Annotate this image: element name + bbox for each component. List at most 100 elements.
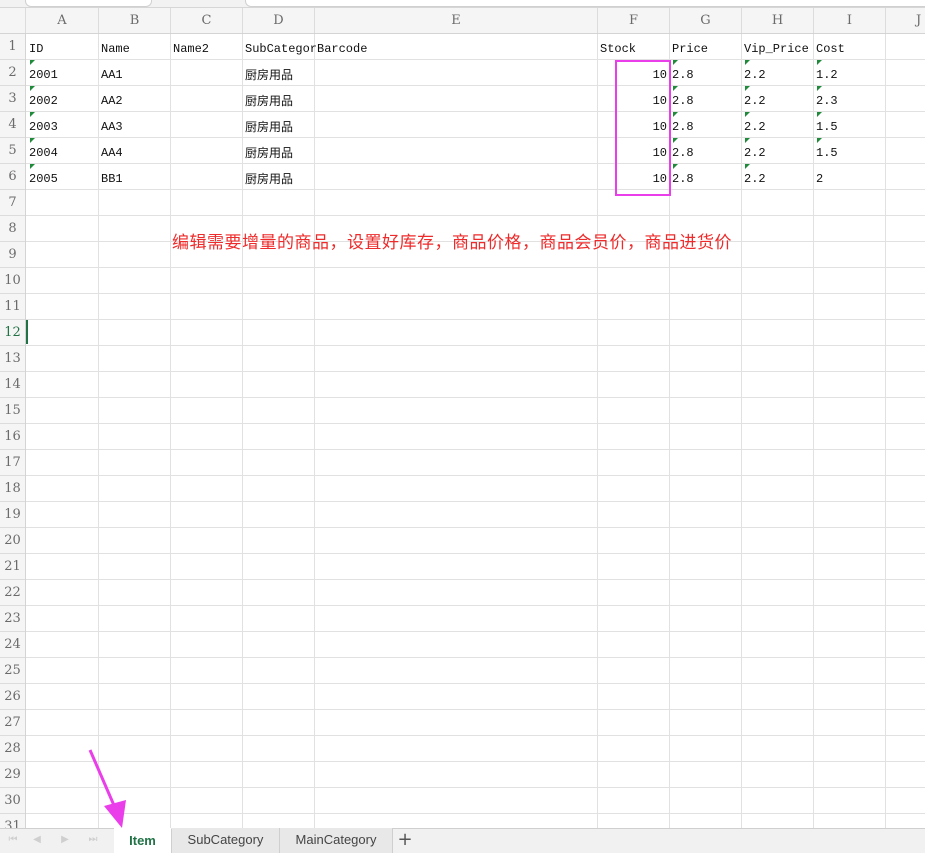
cell-vip-price[interactable]: 2.2 xyxy=(744,86,766,111)
active-cell-indicator xyxy=(26,320,28,344)
cell-name[interactable]: AA1 xyxy=(101,60,123,85)
column-header[interactable]: J xyxy=(886,8,925,33)
sheet-tab-item[interactable]: Item xyxy=(114,828,172,853)
cell-grid[interactable]: ID Name Name2 SubCategor Barcode Stock P… xyxy=(26,34,925,828)
row-header[interactable]: 4 xyxy=(0,112,25,138)
row-header[interactable]: 18 xyxy=(0,476,25,502)
sheet-tab-subcategory[interactable]: SubCategory xyxy=(172,828,280,853)
row-header[interactable]: 3 xyxy=(0,86,25,112)
sheet-tab-bar: ⏮ ◀ ▶ ⏭ Item SubCategory MainCategory + xyxy=(0,828,925,853)
cell-subcategory[interactable]: 厨房用品 xyxy=(245,60,293,85)
formula-bar-fragment[interactable] xyxy=(245,0,925,7)
column-header[interactable]: B xyxy=(99,8,171,33)
row-header[interactable]: 20 xyxy=(0,528,25,554)
row-header[interactable]: 17 xyxy=(0,450,25,476)
cell-header-price[interactable]: Price xyxy=(672,34,708,59)
cell-header-cost[interactable]: Cost xyxy=(816,34,845,59)
row-header[interactable]: 28 xyxy=(0,736,25,762)
column-header[interactable]: I xyxy=(814,8,886,33)
cell-cost[interactable]: 2.3 xyxy=(816,86,838,111)
stock-highlight-box xyxy=(615,60,671,196)
cell-vip-price[interactable]: 2.2 xyxy=(744,112,766,137)
pointer-arrow-icon xyxy=(88,749,126,828)
annotation-text: 编辑需要增量的商品，设置好库存，商品价格，商品会员价，商品进货价 xyxy=(172,233,732,253)
cell-vip-price[interactable]: 2.2 xyxy=(744,60,766,85)
row-header[interactable]: 26 xyxy=(0,684,25,710)
cell-subcategory[interactable]: 厨房用品 xyxy=(245,112,293,137)
cell-name[interactable]: BB1 xyxy=(101,164,123,189)
row-header[interactable]: 23 xyxy=(0,606,25,632)
sheet-tab-maincategory[interactable]: MainCategory xyxy=(280,828,393,853)
cell-cost[interactable]: 2 xyxy=(816,164,823,189)
row-header[interactable]: 1 xyxy=(0,34,25,60)
cell-name[interactable]: AA4 xyxy=(101,138,123,163)
row-header[interactable]: 15 xyxy=(0,398,25,424)
cell-header-id[interactable]: ID xyxy=(29,34,43,59)
column-header[interactable]: A xyxy=(26,8,99,33)
column-header[interactable]: E xyxy=(315,8,598,33)
row-header[interactable]: 5 xyxy=(0,138,25,164)
cell-name[interactable]: AA2 xyxy=(101,86,123,111)
window-tab-fragment[interactable] xyxy=(25,0,152,7)
cell-header-barcode[interactable]: Barcode xyxy=(317,34,367,59)
cell-price[interactable]: 2.8 xyxy=(672,60,694,85)
top-strip xyxy=(0,0,925,8)
column-header[interactable]: C xyxy=(171,8,243,33)
cell-header-subcategory[interactable]: SubCategor xyxy=(245,34,317,59)
row-header[interactable]: 16 xyxy=(0,424,25,450)
cell-price[interactable]: 2.8 xyxy=(672,112,694,137)
cell-header-vip-price[interactable]: Vip_Price xyxy=(744,34,809,59)
row-header[interactable]: 30 xyxy=(0,788,25,814)
cell-header-name[interactable]: Name xyxy=(101,34,130,59)
row-header[interactable]: 27 xyxy=(0,710,25,736)
row-header[interactable]: 14 xyxy=(0,372,25,398)
column-header[interactable]: F xyxy=(598,8,670,33)
cell-subcategory[interactable]: 厨房用品 xyxy=(245,164,293,189)
row-header[interactable]: 8 xyxy=(0,216,25,242)
cell-price[interactable]: 2.8 xyxy=(672,138,694,163)
cell-price[interactable]: 2.8 xyxy=(672,86,694,111)
last-sheet-icon[interactable]: ⏭ xyxy=(86,833,100,847)
row-header[interactable]: 13 xyxy=(0,346,25,372)
select-all-corner[interactable] xyxy=(0,8,26,33)
row-header[interactable]: 19 xyxy=(0,502,25,528)
row-header[interactable]: 22 xyxy=(0,580,25,606)
row-header[interactable]: 2 xyxy=(0,60,25,86)
cell-cost[interactable]: 1.5 xyxy=(816,112,838,137)
cell-id[interactable]: 2002 xyxy=(29,86,58,111)
column-header[interactable]: H xyxy=(742,8,814,33)
cell-cost[interactable]: 1.2 xyxy=(816,60,838,85)
cell-vip-price[interactable]: 2.2 xyxy=(744,164,766,189)
cell-id[interactable]: 2001 xyxy=(29,60,58,85)
cell-subcategory[interactable]: 厨房用品 xyxy=(245,138,293,163)
cell-price[interactable]: 2.8 xyxy=(672,164,694,189)
row-header[interactable]: 6 xyxy=(0,164,25,190)
column-header-bar: A B C D E F G H I J xyxy=(0,8,925,34)
cell-cost[interactable]: 1.5 xyxy=(816,138,838,163)
cell-vip-price[interactable]: 2.2 xyxy=(744,138,766,163)
row-header-bar: 1 2 3 4 5 6 7 8 9 10 11 12 13 14 15 16 17 18 19 20 21 22 23 24 2… xyxy=(0,34,26,828)
cell-name[interactable]: AA3 xyxy=(101,112,123,137)
row-header[interactable]: 29 xyxy=(0,762,25,788)
cell-id[interactable]: 2003 xyxy=(29,112,58,137)
first-sheet-icon[interactable]: ⏮ xyxy=(6,833,20,847)
row-header[interactable]: 12 xyxy=(0,320,25,346)
column-header[interactable]: G xyxy=(670,8,742,33)
row-header[interactable]: 11 xyxy=(0,294,25,320)
row-header[interactable]: 25 xyxy=(0,658,25,684)
row-header[interactable]: 21 xyxy=(0,554,25,580)
row-header[interactable]: 24 xyxy=(0,632,25,658)
cell-subcategory[interactable]: 厨房用品 xyxy=(245,86,293,111)
plus-icon[interactable]: + xyxy=(396,830,414,850)
row-header[interactable]: 7 xyxy=(0,190,25,216)
cell-id[interactable]: 2004 xyxy=(29,138,58,163)
column-header[interactable]: D xyxy=(243,8,315,33)
prev-sheet-icon[interactable]: ◀ xyxy=(30,833,44,847)
row-header[interactable]: 10 xyxy=(0,268,25,294)
cell-header-stock[interactable]: Stock xyxy=(600,34,636,59)
cell-id[interactable]: 2005 xyxy=(29,164,58,189)
cell-header-name2[interactable]: Name2 xyxy=(173,34,209,59)
next-sheet-icon[interactable]: ▶ xyxy=(58,833,72,847)
row-header[interactable]: 9 xyxy=(0,242,25,268)
row-header[interactable]: 31 xyxy=(0,814,25,828)
